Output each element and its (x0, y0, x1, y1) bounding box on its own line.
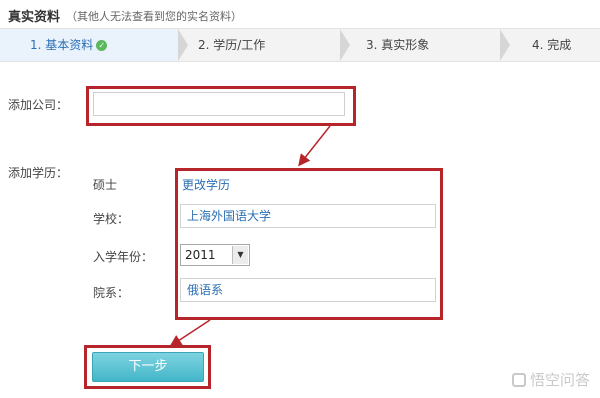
arrow-to-next (169, 319, 211, 347)
arrow-to-education (298, 125, 331, 167)
annotation-arrows (169, 125, 331, 347)
watermark-logo-icon (511, 373, 526, 387)
watermark: 悟空问答 (511, 369, 590, 390)
